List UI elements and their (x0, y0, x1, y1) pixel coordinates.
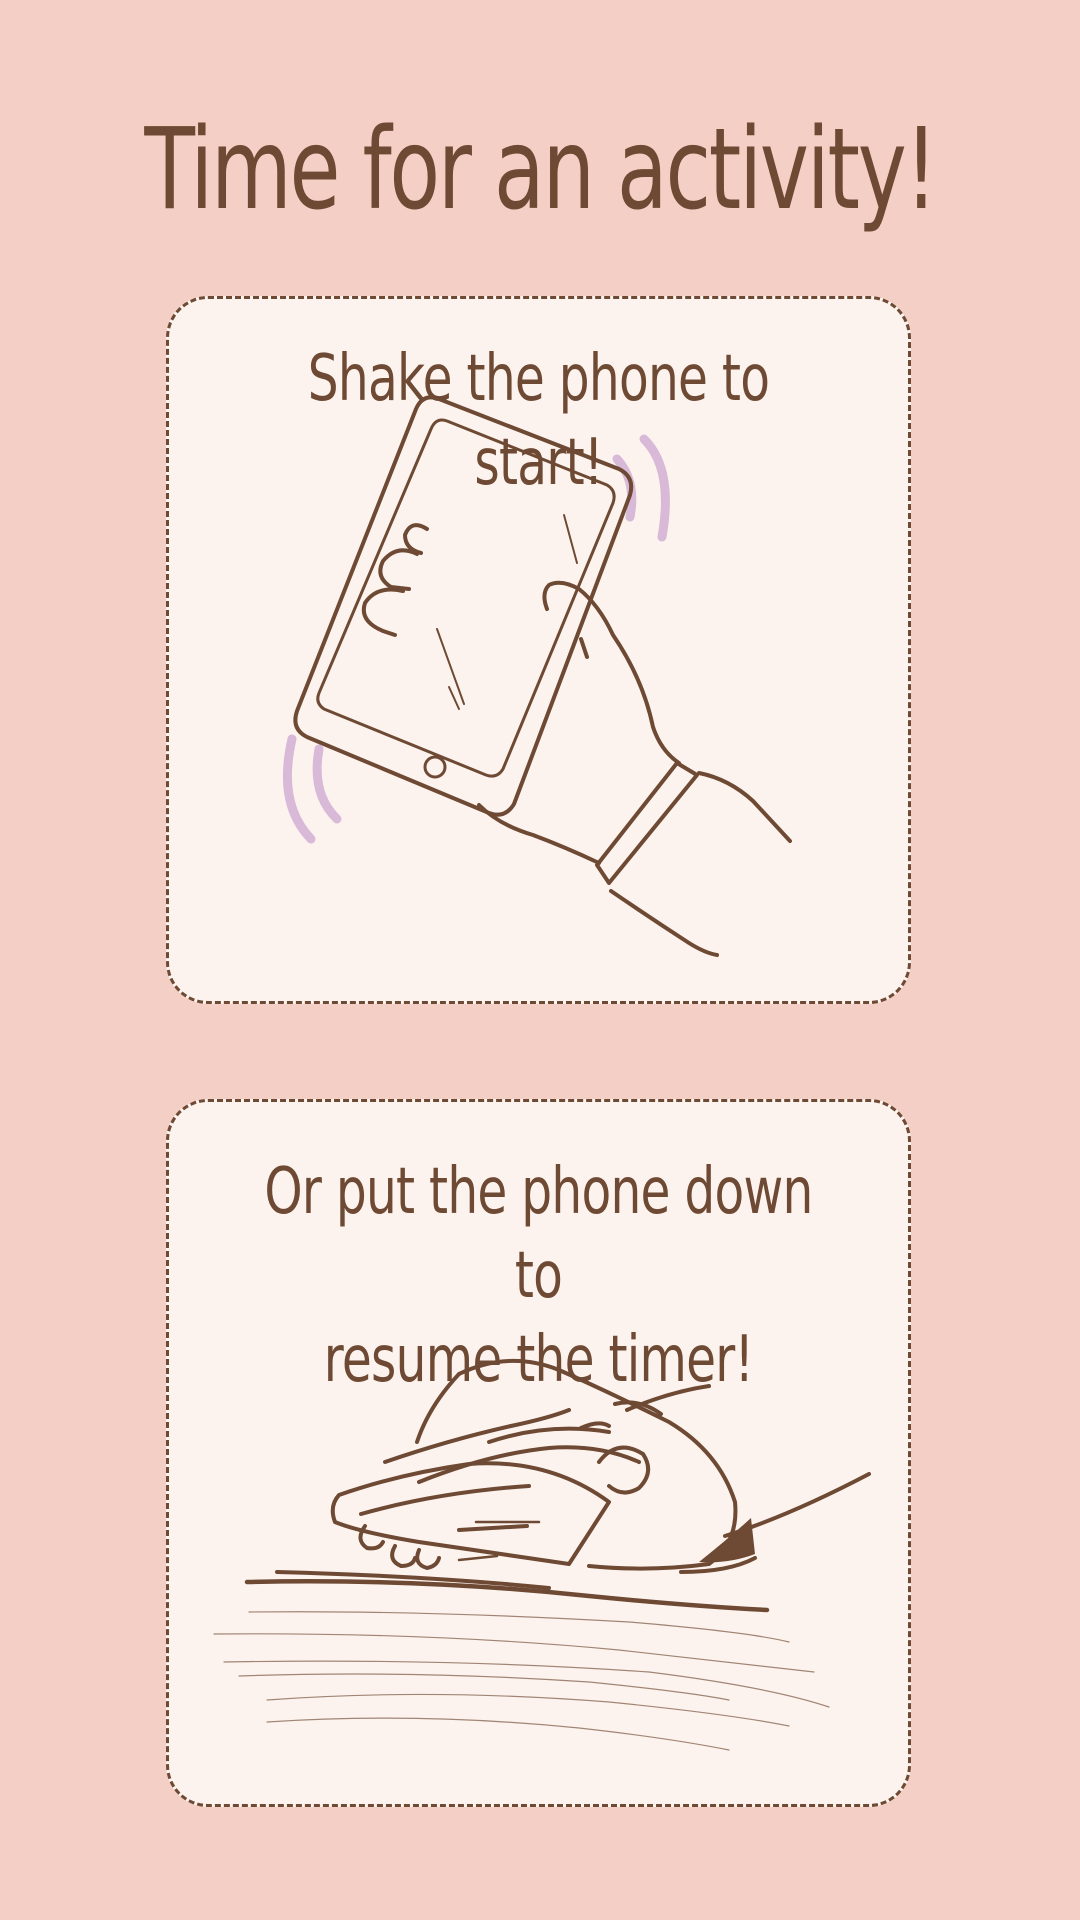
hand-shaking-phone-icon (282, 395, 792, 957)
shadow-shading (699, 1518, 755, 1563)
vibration-waves-icon (282, 434, 670, 844)
hand-on-phone-on-table-icon (213, 1358, 871, 1751)
shake-instruction-card: Shake the phone to start! (166, 296, 911, 1004)
put-down-instruction-card: Or put the phone down to resume the time… (166, 1099, 911, 1807)
page-title: Time for an activity! (144, 105, 937, 235)
